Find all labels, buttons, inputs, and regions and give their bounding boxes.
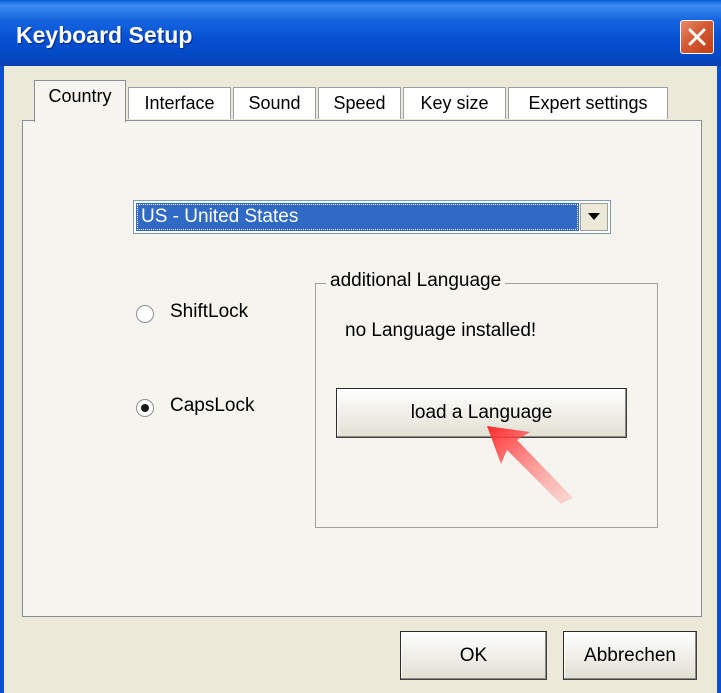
chevron-down-icon xyxy=(588,213,600,220)
keyboard-setup-dialog: Keyboard Setup Country Interface Sound S… xyxy=(0,0,721,693)
shiftlock-label[interactable]: ShiftLock xyxy=(170,301,248,323)
title-bar[interactable]: Keyboard Setup xyxy=(0,0,721,66)
ok-button[interactable]: OK xyxy=(400,631,547,680)
annotation-arrow-icon xyxy=(487,426,573,504)
tab-sound[interactable]: Sound xyxy=(233,87,316,119)
shiftlock-radio[interactable] xyxy=(136,305,154,323)
capslock-label[interactable]: CapsLock xyxy=(170,395,255,417)
group-legend: additional Language xyxy=(326,270,506,292)
tab-speed[interactable]: Speed xyxy=(318,87,401,119)
radio-selected-dot xyxy=(141,404,149,412)
tab-key-size[interactable]: Key size xyxy=(403,87,506,119)
tab-country[interactable]: Country xyxy=(34,80,126,122)
capslock-radio[interactable] xyxy=(136,399,154,417)
dropdown-button[interactable] xyxy=(580,203,608,231)
language-status-text: no Language installed! xyxy=(345,320,537,341)
window-title: Keyboard Setup xyxy=(16,22,193,48)
close-button[interactable] xyxy=(680,20,714,54)
tab-interface[interactable]: Interface xyxy=(128,87,231,119)
cancel-button[interactable]: Abbrechen xyxy=(563,631,697,680)
tab-expert-settings[interactable]: Expert settings xyxy=(508,87,668,119)
window-border-left xyxy=(0,66,4,693)
country-select-value: US - United States xyxy=(136,203,579,231)
window-border-right xyxy=(717,66,721,693)
close-x-icon xyxy=(688,28,706,46)
country-select[interactable]: US - United States xyxy=(133,200,611,234)
